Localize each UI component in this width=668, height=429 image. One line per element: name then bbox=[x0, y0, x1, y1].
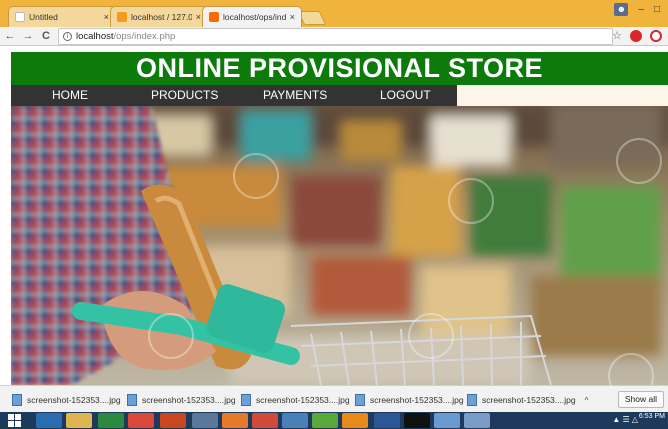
main-nav: HOME PRODUCTS PAYMENTS LOGOUT bbox=[11, 85, 457, 106]
toolbar-actions: ☆ bbox=[612, 29, 662, 42]
profile-icon[interactable]: ☻ bbox=[614, 3, 629, 16]
tab-title: localhost / 127.0.0.1 / ops bbox=[131, 12, 192, 22]
close-tab-icon[interactable]: × bbox=[104, 12, 109, 22]
download-item[interactable]: screenshot-152353....jpg ^ bbox=[467, 393, 588, 407]
download-item[interactable]: screenshot-152353....jpg ^ bbox=[241, 393, 362, 407]
supermarket-photo bbox=[11, 106, 668, 385]
download-filename: screenshot-152353....jpg bbox=[482, 395, 576, 405]
taskbar-clock[interactable]: 6:53 PM bbox=[639, 413, 665, 420]
app-icon[interactable] bbox=[282, 413, 308, 428]
xampp-icon[interactable] bbox=[222, 413, 248, 428]
windows-start-icon[interactable] bbox=[8, 414, 21, 427]
nav-filler bbox=[457, 85, 668, 106]
system-tray[interactable]: ▲ ☰ △ bbox=[612, 415, 638, 424]
reload-icon[interactable]: C bbox=[38, 30, 54, 42]
tab-untitled[interactable]: Untitled × bbox=[8, 6, 116, 27]
download-filename: screenshot-152353....jpg bbox=[142, 395, 236, 405]
site-title: ONLINE PROVISIONAL STORE bbox=[11, 52, 668, 85]
terminal-icon[interactable] bbox=[404, 413, 430, 428]
download-filename: screenshot-152353....jpg bbox=[27, 395, 121, 405]
bookmark-star-icon[interactable]: ☆ bbox=[612, 29, 622, 42]
extension-icon[interactable] bbox=[650, 29, 662, 42]
image-file-icon bbox=[127, 394, 137, 406]
download-filename: screenshot-152353....jpg bbox=[370, 395, 464, 405]
nav-logout[interactable]: LOGOUT bbox=[380, 85, 431, 106]
download-item[interactable]: screenshot-152353....jpg ^ bbox=[355, 393, 476, 407]
chevron-up-icon[interactable]: ^ bbox=[585, 396, 589, 405]
url-path: /ops/index.php bbox=[113, 31, 176, 42]
store-icon[interactable] bbox=[98, 413, 124, 428]
download-item[interactable]: screenshot-152353....jpg ^ bbox=[12, 393, 133, 407]
powerpoint-icon[interactable] bbox=[160, 413, 186, 428]
image-file-icon bbox=[467, 394, 477, 406]
back-icon[interactable]: ← bbox=[2, 30, 18, 42]
hero-supermarket-image bbox=[11, 106, 668, 385]
word-icon[interactable] bbox=[374, 413, 400, 428]
vlc-icon[interactable] bbox=[342, 413, 368, 428]
utorrent-icon[interactable] bbox=[312, 413, 338, 428]
app-icon[interactable] bbox=[252, 413, 278, 428]
ie-icon[interactable] bbox=[36, 413, 62, 428]
file-explorer-icon[interactable] bbox=[66, 413, 92, 428]
browser-toolbar: ← → C i localhost/ops/index.php bbox=[0, 27, 668, 46]
app-icon[interactable] bbox=[434, 413, 460, 428]
web-page: ONLINE PROVISIONAL STORE HOME PRODUCTS P… bbox=[0, 47, 668, 385]
info-icon[interactable]: i bbox=[63, 32, 72, 41]
download-shelf: screenshot-152353....jpg ^ screenshot-15… bbox=[0, 385, 668, 412]
tab-phpmyadmin[interactable]: localhost / 127.0.0.1 / ops × bbox=[110, 6, 208, 27]
blank-page-icon bbox=[15, 12, 25, 22]
close-tab-icon[interactable]: × bbox=[196, 12, 201, 22]
close-tab-icon[interactable]: × bbox=[290, 12, 295, 22]
tab-title: Untitled bbox=[29, 12, 58, 22]
tab-strip: Untitled × localhost / 127.0.0.1 / ops ×… bbox=[0, 0, 668, 27]
image-file-icon bbox=[12, 394, 22, 406]
nav-payments[interactable]: PAYMENTS bbox=[263, 85, 327, 106]
phpmyadmin-icon bbox=[117, 12, 127, 22]
app-icon[interactable] bbox=[464, 413, 490, 428]
show-all-downloads-button[interactable]: Show all bbox=[617, 391, 664, 408]
minimize-icon[interactable]: – bbox=[638, 4, 644, 15]
site-favicon-icon bbox=[209, 12, 219, 22]
image-file-icon bbox=[241, 394, 251, 406]
address-bar[interactable]: i localhost/ops/index.php bbox=[58, 28, 613, 45]
image-file-icon bbox=[355, 394, 365, 406]
windows-taskbar: ▲ ☰ △ 6:53 PM bbox=[0, 412, 668, 429]
tab-index-php[interactable]: localhost/ops/index.php × bbox=[202, 6, 302, 27]
nav-home[interactable]: HOME bbox=[52, 85, 88, 106]
maximize-icon[interactable]: □ bbox=[654, 4, 660, 15]
tab-title: localhost/ops/index.php bbox=[223, 12, 286, 22]
app-icon[interactable] bbox=[192, 413, 218, 428]
adblock-icon[interactable] bbox=[630, 29, 642, 42]
url-host: localhost bbox=[76, 31, 114, 42]
new-tab-button[interactable] bbox=[297, 11, 327, 25]
chrome-icon[interactable] bbox=[128, 413, 154, 428]
download-filename: screenshot-152353....jpg bbox=[256, 395, 350, 405]
nav-products[interactable]: PRODUCTS bbox=[151, 85, 218, 106]
forward-icon[interactable]: → bbox=[20, 30, 36, 42]
window-controls: ☻ – □ bbox=[614, 3, 660, 16]
download-item[interactable]: screenshot-152353....jpg ^ bbox=[127, 393, 248, 407]
